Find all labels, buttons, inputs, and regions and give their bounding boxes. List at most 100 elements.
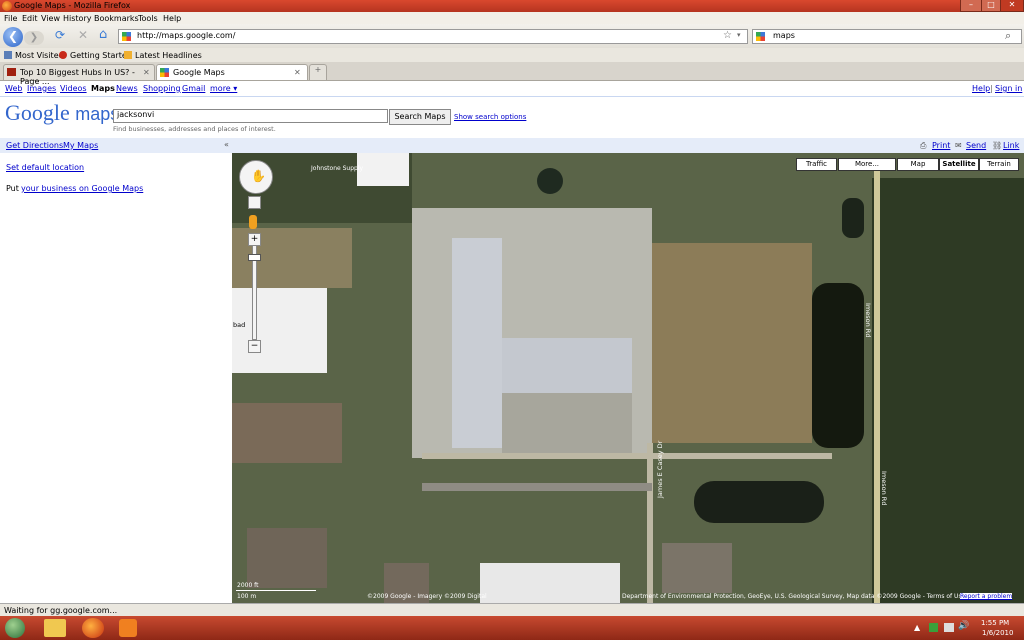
site-favicon-icon — [122, 32, 131, 41]
hand-icon: ✋ — [251, 169, 266, 183]
set-default-location-link[interactable]: Set default location — [6, 163, 84, 172]
network-icon[interactable] — [944, 623, 954, 632]
put-text: Put — [6, 184, 19, 193]
search-bar[interactable]: maps ⌕ — [752, 29, 1022, 44]
bookmarks-toolbar: Most Visited Getting Started Latest Head… — [0, 48, 1024, 62]
map-copyright-2: Department of Environmental Protection, … — [622, 593, 966, 600]
search-maps-button[interactable]: Search Maps — [389, 109, 451, 125]
tray-expand-icon[interactable]: ▲ — [914, 623, 920, 632]
forward-button[interactable]: ❯ — [24, 31, 44, 45]
zoom-slider-handle[interactable] — [248, 254, 261, 261]
new-tab-button[interactable]: + — [309, 64, 327, 80]
bookmark-getting-started[interactable]: Getting Started — [70, 51, 132, 60]
map-type-terrain-button[interactable]: Terrain — [979, 158, 1019, 171]
media-player-taskbar-icon[interactable] — [119, 619, 137, 637]
traffic-button[interactable]: Traffic — [796, 158, 837, 171]
search-go-icon[interactable]: ⌕ — [1005, 29, 1011, 43]
tray-app-icon[interactable] — [929, 623, 938, 632]
google-bar-divider — [0, 96, 1024, 97]
minimize-button[interactable]: – — [960, 0, 982, 12]
home-icon[interactable]: ⌂ — [99, 27, 107, 42]
map-label-imeson-rd-2: Imeson Rd — [880, 471, 888, 506]
clock-date[interactable]: 1/6/2010 — [982, 629, 1013, 637]
map-road — [422, 453, 832, 459]
google-maps-logo[interactable]: Google maps — [5, 100, 119, 126]
status-bar: Waiting for gg.google.com... — [0, 603, 1024, 617]
collapse-panel-icon[interactable]: « — [224, 140, 229, 149]
map-building — [662, 543, 732, 593]
maps-panel-bar: Get Directions My Maps « ⎙ Print ✉ Send … — [0, 138, 1024, 153]
tab-label: Google Maps — [173, 68, 225, 77]
google-link-images[interactable]: Images — [27, 84, 56, 93]
report-problem-link[interactable]: Report a problem — [960, 593, 1013, 600]
link-link[interactable]: Link — [1003, 141, 1019, 150]
google-bar: Web Images Videos Maps News Shopping Gma… — [0, 82, 1024, 96]
pegman-icon[interactable] — [249, 215, 257, 229]
send-icon: ✉ — [955, 141, 962, 150]
google-link-shopping[interactable]: Shopping — [143, 84, 181, 93]
get-directions-link[interactable]: Get Directions — [6, 141, 63, 150]
more-button[interactable]: More... — [838, 158, 896, 171]
tab-close-icon[interactable]: ✕ — [294, 68, 301, 77]
google-link-gmail[interactable]: Gmail — [182, 84, 205, 93]
map-building — [480, 563, 620, 603]
windows-taskbar: ▲ 🔊 1:55 PM 1/6/2010 — [0, 616, 1024, 640]
firefox-taskbar-icon[interactable] — [82, 618, 104, 638]
tab-close-icon[interactable]: ✕ — [143, 68, 150, 77]
menu-help[interactable]: Help — [163, 14, 181, 23]
help-link[interactable]: Help — [972, 84, 990, 93]
my-maps-link[interactable]: My Maps — [63, 141, 98, 150]
send-link[interactable]: Send — [966, 141, 986, 150]
start-button-icon[interactable] — [5, 618, 25, 638]
pan-control[interactable]: ✋ — [239, 160, 273, 194]
maps-search-input[interactable]: jacksonvi — [113, 109, 388, 123]
sign-in-link[interactable]: Sign in — [995, 84, 1022, 93]
bookmark-star-icon[interactable]: ☆ — [723, 30, 732, 41]
print-icon: ⎙ — [920, 141, 927, 150]
menu-bookmarks[interactable]: Bookmarks — [94, 14, 139, 23]
bookmark-most-visited[interactable]: Most Visited — [15, 51, 64, 60]
close-button[interactable]: ✕ — [1000, 0, 1024, 12]
google-link-videos[interactable]: Videos — [60, 84, 87, 93]
menu-file[interactable]: File — [4, 14, 17, 23]
print-link[interactable]: Print — [932, 141, 950, 150]
google-link-web[interactable]: Web — [5, 84, 22, 93]
getting-started-icon — [59, 51, 67, 59]
tab-hubs[interactable]: Top 10 Biggest Hubs In US? - Page ... ✕ — [3, 64, 155, 86]
business-link[interactable]: your business on Google Maps — [21, 184, 143, 193]
map-type-satellite-button[interactable]: Satellite — [939, 158, 979, 171]
status-text: Waiting for gg.google.com... — [4, 606, 118, 615]
clock-time[interactable]: 1:55 PM — [981, 619, 1009, 627]
menu-edit[interactable]: Edit — [22, 14, 38, 23]
maximize-button[interactable]: □ — [981, 0, 1001, 12]
map-label-johnstone: Johnstone Supply — [311, 165, 364, 172]
map-label-imeson-rd: Imeson Rd — [864, 303, 872, 338]
map-parking-lot — [502, 393, 632, 453]
explorer-taskbar-icon[interactable] — [44, 619, 66, 637]
map-building — [232, 403, 342, 463]
menu-view[interactable]: View — [41, 14, 60, 23]
most-visited-icon — [4, 51, 12, 59]
map-type-map-button[interactable]: Map — [897, 158, 939, 171]
google-link-more[interactable]: more ▾ — [210, 84, 237, 93]
search-engine-icon[interactable] — [756, 32, 765, 41]
logo-google-text: Google — [5, 100, 70, 125]
map-pond — [537, 168, 563, 194]
street-view-toggle[interactable] — [248, 196, 261, 209]
menu-tools[interactable]: Tools — [138, 14, 158, 23]
back-button[interactable]: ❮ — [3, 27, 23, 47]
bookmark-latest-headlines[interactable]: Latest Headlines — [135, 51, 202, 60]
reload-icon[interactable]: ⟳ — [55, 28, 65, 42]
stop-icon[interactable]: ✕ — [78, 28, 88, 42]
scale-m: 100 m — [237, 593, 257, 600]
url-bar[interactable]: http://maps.google.com/ ☆ ▾ — [118, 29, 748, 44]
tab-google-maps[interactable]: Google Maps ✕ — [156, 64, 308, 80]
volume-icon[interactable]: 🔊 — [958, 621, 969, 631]
menu-history[interactable]: History — [63, 14, 91, 23]
google-link-news[interactable]: News — [116, 84, 138, 93]
satellite-map[interactable]: Johnstone Supply Imeson Rd Imeson Rd Jam… — [232, 153, 1024, 603]
show-search-options-link[interactable]: Show search options — [454, 113, 526, 121]
url-dropdown-icon[interactable]: ▾ — [737, 31, 741, 39]
map-pond — [694, 481, 824, 523]
zoom-out-button[interactable]: − — [248, 340, 261, 353]
